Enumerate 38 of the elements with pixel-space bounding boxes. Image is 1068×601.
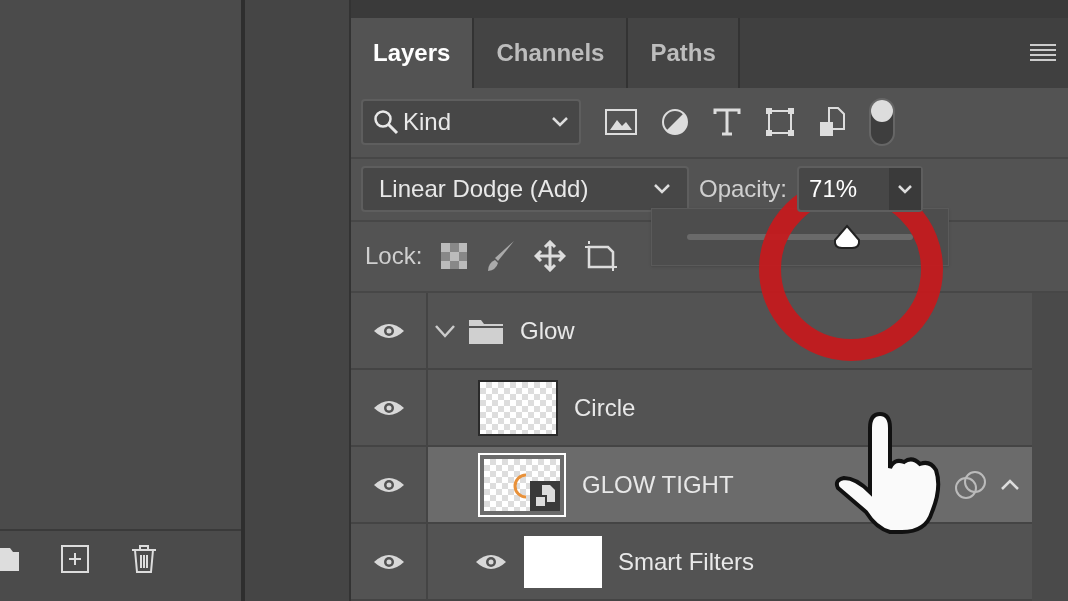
- blend-mode-dropdown[interactable]: Linear Dodge (Add): [361, 166, 689, 213]
- lock-label: Lock:: [365, 241, 423, 272]
- layer-row[interactable]: Glow: [428, 293, 1032, 368]
- move-icon[interactable]: [534, 240, 567, 273]
- folder-icon[interactable]: [0, 546, 20, 572]
- brush-icon[interactable]: [486, 239, 517, 274]
- filter-toggle[interactable]: [869, 98, 895, 147]
- chevron-down-icon: [653, 183, 671, 196]
- artboard-icon[interactable]: [584, 240, 619, 273]
- chevron-down-icon: [897, 184, 914, 195]
- filter-dropdown[interactable]: Kind: [361, 99, 581, 146]
- slider-thumb[interactable]: [832, 223, 863, 250]
- shape-filter-icon[interactable]: [765, 107, 795, 138]
- image-filter-icon[interactable]: [605, 109, 637, 136]
- chevron-icon[interactable]: [434, 323, 456, 338]
- layer-name: Circle: [574, 392, 636, 423]
- panel-tab[interactable]: Channels: [474, 17, 629, 88]
- trash-icon[interactable]: [130, 544, 158, 574]
- menu-icon[interactable]: [1030, 42, 1056, 63]
- smart-object-filter-icon[interactable]: [819, 107, 845, 138]
- layer-row[interactable]: Circle: [428, 370, 1032, 445]
- search-icon: [373, 109, 399, 136]
- layer-name: GLOW TIGHT: [582, 469, 734, 500]
- smart-object-badge: [530, 480, 560, 511]
- layer-row[interactable]: Smart Filters: [428, 524, 1032, 599]
- opacity-label: Opacity:: [699, 174, 788, 205]
- new-layer-icon[interactable]: [60, 544, 90, 574]
- collapse-caret-icon[interactable]: [1000, 478, 1020, 491]
- opacity-field[interactable]: 71%: [797, 166, 924, 213]
- adjustment-filter-icon[interactable]: [661, 108, 689, 137]
- chevron-down-icon: [551, 116, 569, 129]
- layer-name: Smart Filters: [618, 546, 754, 577]
- lock-transparency-icon[interactable]: [440, 242, 469, 271]
- panel-tab[interactable]: Layers: [351, 17, 475, 88]
- type-filter-icon[interactable]: [713, 108, 741, 137]
- layer-name: Glow: [520, 315, 575, 346]
- panel-tab[interactable]: Paths: [628, 17, 740, 88]
- blend-circles-icon: [954, 469, 988, 500]
